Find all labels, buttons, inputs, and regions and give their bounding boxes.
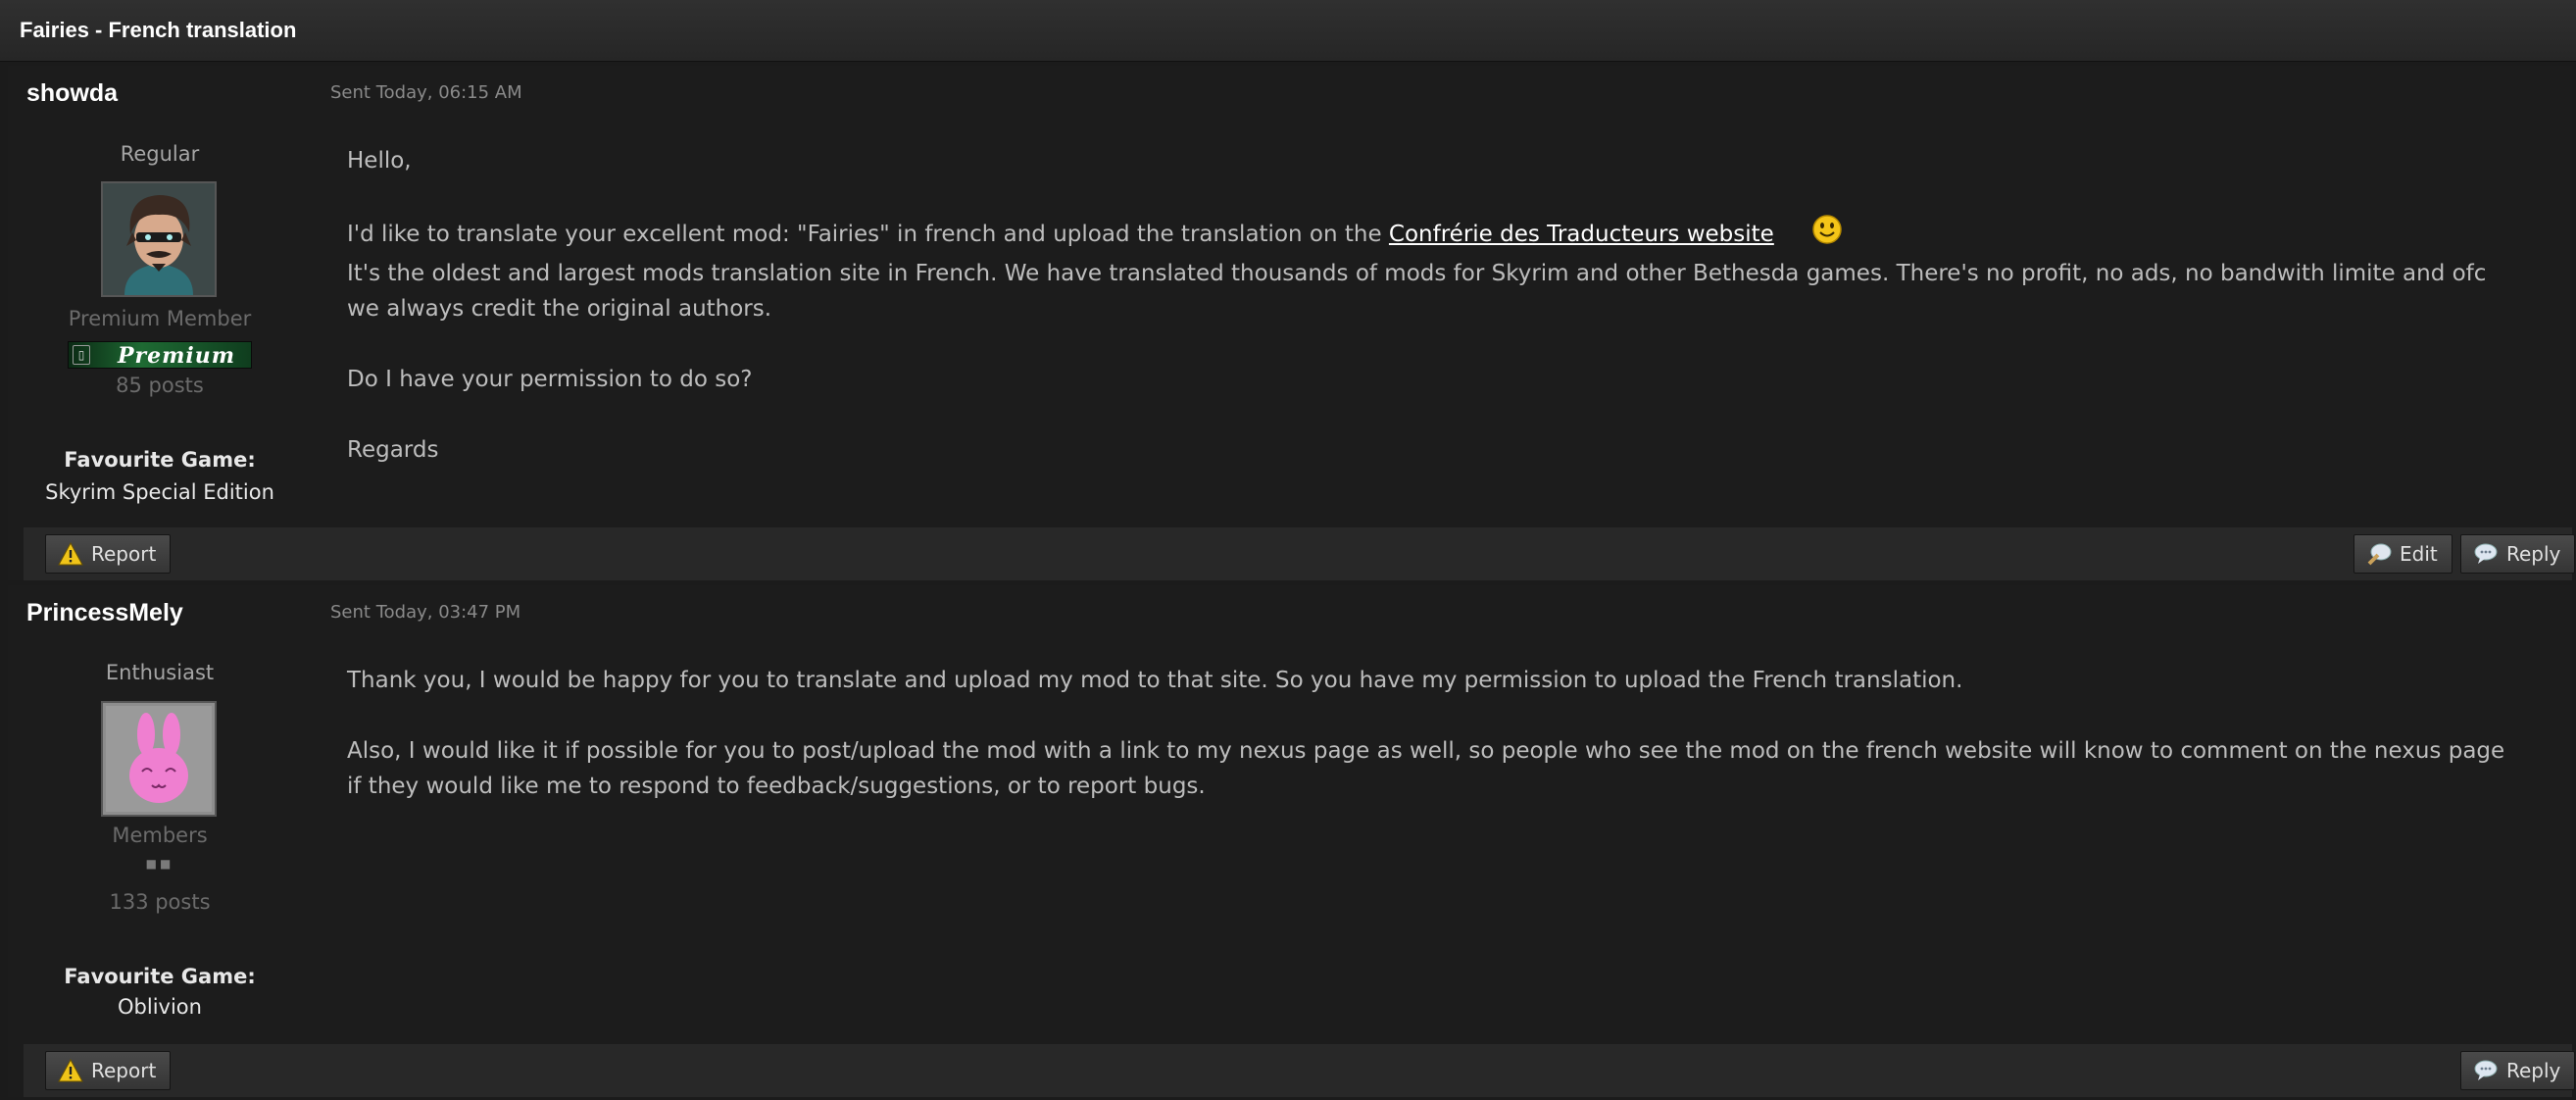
user-group: Members	[112, 824, 208, 847]
post-count: 133 posts	[109, 890, 211, 914]
bunny-avatar-image	[103, 703, 215, 815]
message-body: Thank you, I would be happy for you to t…	[347, 663, 2523, 804]
greeting-text: Hello,	[347, 148, 412, 174]
edit-icon	[2366, 542, 2392, 566]
user-group: Premium Member	[68, 307, 252, 330]
user-rank: Enthusiast	[105, 661, 215, 684]
message-text: I'd like to translate your excellent mod…	[347, 222, 1389, 247]
favourite-game-label: Favourite Game:	[64, 965, 256, 988]
avatar[interactable]	[101, 181, 217, 297]
message-paragraph: I'd like to translate your excellent mod…	[347, 214, 2523, 256]
premium-badge-wrap: ▯ Premium	[8, 341, 312, 373]
message-post: PrincessMely Sent Today, 03:47 PM Enthus…	[8, 585, 2576, 1097]
translators-site-link[interactable]: Confrérie des Traducteurs website	[1389, 222, 1774, 247]
edit-button[interactable]: Edit	[2353, 534, 2452, 574]
favourite-game-value: Skyrim Special Edition	[45, 480, 274, 504]
author-name[interactable]: PrincessMely	[26, 599, 183, 627]
speech-bubble-icon	[2473, 1059, 2499, 1082]
favourite-game-label: Favourite Game:	[64, 448, 256, 472]
warning-icon	[58, 542, 83, 566]
reply-label: Reply	[2506, 1059, 2561, 1082]
report-button[interactable]: Report	[45, 1051, 172, 1090]
message-body: Hello, I'd like to translate your excell…	[347, 143, 2523, 468]
reply-button[interactable]: Reply	[2460, 1051, 2576, 1090]
sent-timestamp: Sent Today, 06:15 AM	[330, 82, 522, 103]
reply-button[interactable]: Reply	[2460, 534, 2576, 574]
report-label: Report	[91, 542, 157, 566]
closing-text: Regards	[347, 437, 439, 463]
speech-bubble-icon	[2473, 542, 2499, 566]
post-actions-bar: Report Edit Reply	[24, 527, 2576, 580]
rank-pips-icon: ■■	[145, 857, 174, 871]
author-name[interactable]: showda	[26, 79, 118, 108]
user-rank: Regular	[120, 142, 200, 166]
message-text: Do I have your permission to do so?	[347, 367, 753, 392]
premium-badge: ▯ Premium	[68, 341, 252, 369]
favourite-game-value: Oblivion	[118, 995, 202, 1019]
post-count: 85 posts	[116, 374, 204, 397]
post-actions-bar: Report Reply	[24, 1044, 2576, 1097]
message-text: Thank you, I would be happy for you to t…	[347, 668, 1963, 693]
report-button[interactable]: Report	[45, 534, 172, 574]
message-text: Also, I would like it if possible for yo…	[347, 738, 2505, 799]
message-text: It's the oldest and largest mods transla…	[347, 261, 2487, 322]
report-label: Report	[91, 1059, 157, 1082]
message-post: showda Sent Today, 06:15 AM Regular Prem…	[8, 66, 2576, 580]
conversation-title: Fairies - French translation	[20, 18, 297, 42]
avatar[interactable]	[101, 701, 217, 817]
conversation-header: Fairies - French translation	[0, 0, 2576, 62]
edit-label: Edit	[2400, 542, 2438, 566]
warning-icon	[58, 1059, 83, 1082]
premium-icon: ▯	[73, 345, 90, 365]
reply-label: Reply	[2506, 542, 2561, 566]
sent-timestamp: Sent Today, 03:47 PM	[330, 602, 521, 623]
premium-badge-label: Premium	[118, 343, 236, 369]
avatar-image	[103, 183, 215, 295]
smiley-icon	[1811, 214, 1843, 256]
